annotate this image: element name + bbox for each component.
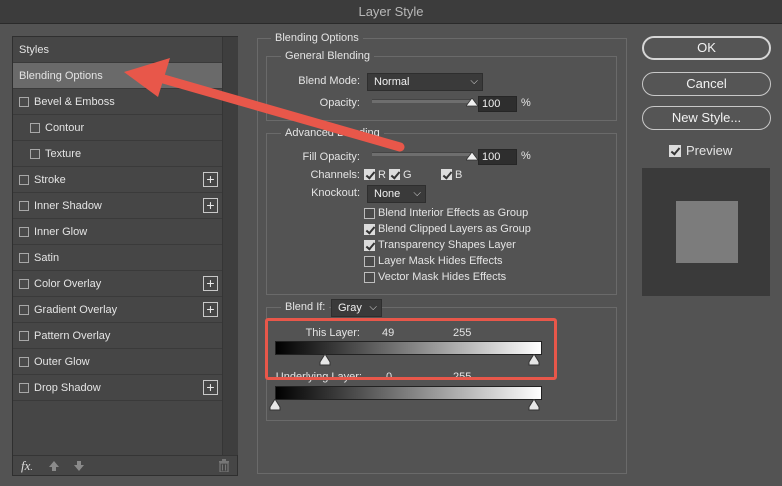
annotation-arrow [124,58,405,152]
